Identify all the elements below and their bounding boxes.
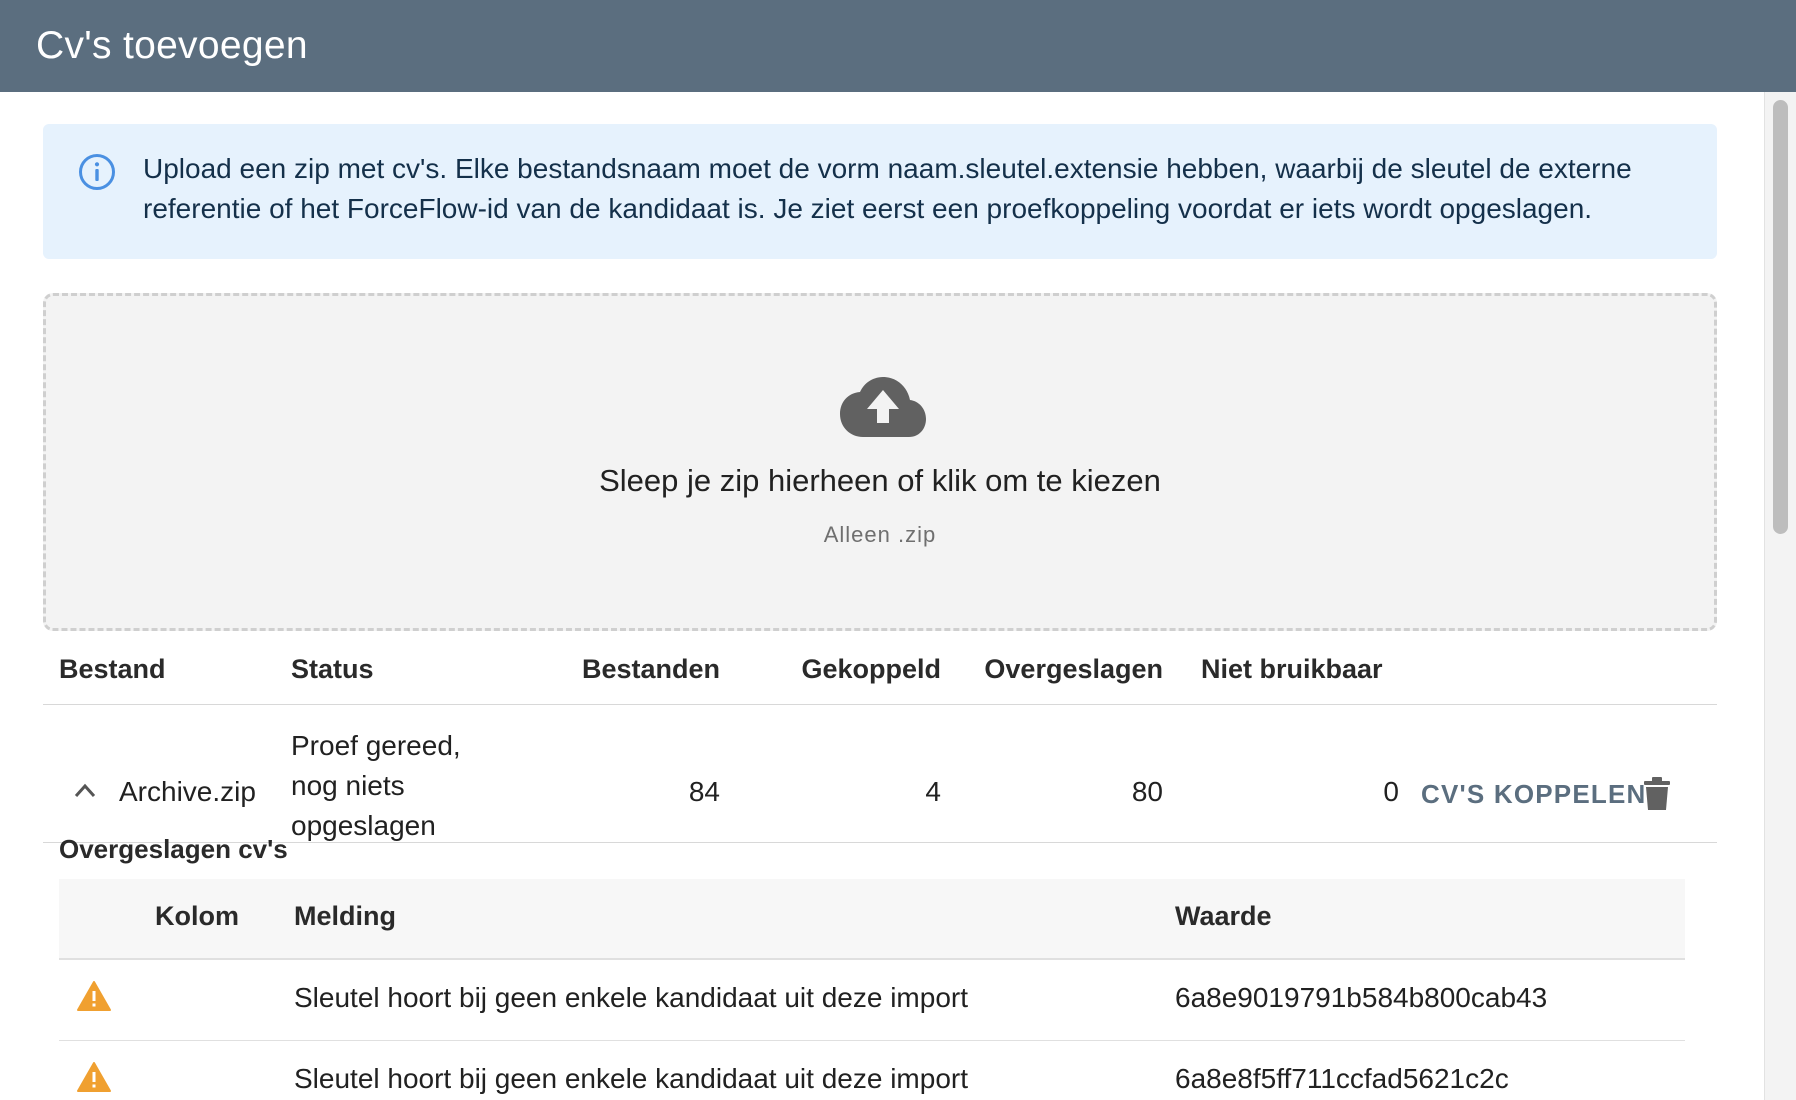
scrollbar-thumb[interactable] (1773, 100, 1788, 534)
header-column: Kolom (155, 901, 239, 931)
window-title: Cv's toevoegen (36, 24, 308, 67)
link-cvs-button[interactable]: CV'S KOPPELEN (1421, 779, 1647, 810)
status-line: Proef gereed, (291, 730, 461, 761)
linked-count: 4 (925, 776, 941, 807)
file-name: Archive.zip (119, 776, 256, 807)
info-icon (79, 154, 115, 190)
header-file: Bestand (59, 654, 166, 684)
status-text: Proef gereed, nog niets opgeslagen (291, 726, 461, 846)
cloud-upload-icon (840, 377, 926, 437)
alert-text: Upload een zip met cv's. Elke bestandsna… (143, 153, 1632, 224)
header-unusable: Niet bruikbaar (1201, 654, 1383, 684)
header-files: Bestanden (581, 654, 720, 684)
skipped-section-title: Overgeslagen cv's (59, 834, 288, 864)
table-row: Sleutel hoort bij geen enkele kandidaat … (59, 960, 1685, 1041)
unusable-count: 0 (1383, 776, 1399, 807)
status-line: opgeslagen (291, 810, 436, 841)
cell-message: Sleutel hoort bij geen enkele kandidaat … (294, 982, 968, 1013)
header-skipped: Overgeslagen (984, 654, 1163, 684)
warning-icon (77, 981, 111, 1011)
cell-message: Sleutel hoort bij geen enkele kandidaat … (294, 1063, 968, 1094)
info-alert: Upload een zip met cv's. Elke bestandsna… (43, 124, 1717, 259)
zip-dropzone[interactable]: Sleep je zip hierheen of klik om te kiez… (43, 293, 1717, 631)
status-line: nog niets (291, 770, 405, 801)
skipped-count: 80 (1131, 776, 1163, 807)
header-linked: Gekoppeld (801, 654, 941, 684)
cell-value: 6a8e9019791b584b800cab43 (1175, 982, 1548, 1013)
vertical-scrollbar[interactable] (1764, 92, 1796, 1100)
dropzone-subtitle: Alleen .zip (823, 522, 937, 547)
cell-value: 6a8e8f5ff711ccfad5621c2c (1175, 1063, 1509, 1094)
skipped-table-header: Kolom Melding Waarde (59, 879, 1685, 960)
title-bar: Cv's toevoegen (0, 0, 1796, 92)
dropzone-title: Sleep je zip hierheen of klik om te kiez… (599, 463, 1161, 498)
header-status: Status (291, 654, 374, 684)
header-message: Melding (294, 901, 396, 931)
table-row: Sleutel hoort bij geen enkele kandidaat … (59, 1041, 1685, 1100)
row-divider (43, 842, 1717, 843)
content-area: Upload een zip met cv's. Elke bestandsna… (0, 92, 1764, 1100)
trash-icon[interactable] (1643, 777, 1671, 811)
header-divider (43, 704, 1717, 705)
header-value: Waarde (1175, 901, 1272, 931)
chevron-up-icon[interactable] (73, 782, 97, 798)
warning-icon (77, 1062, 111, 1092)
files-count: 84 (688, 776, 720, 807)
